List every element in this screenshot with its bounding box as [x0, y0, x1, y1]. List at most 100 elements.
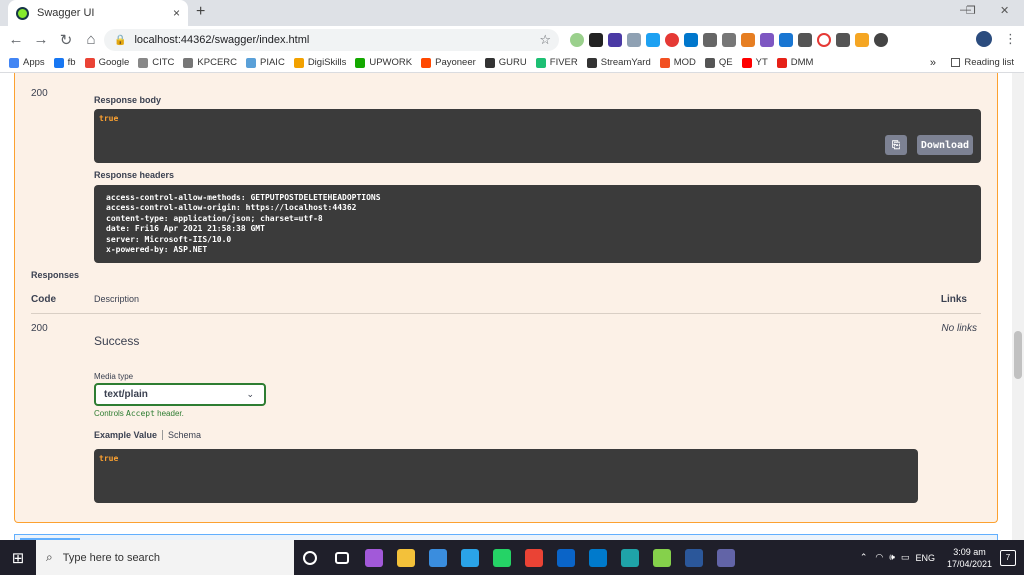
reading-list-button[interactable]: Reading list [951, 57, 1014, 68]
extension-icon[interactable] [684, 33, 698, 47]
back-icon[interactable]: ← [7, 31, 25, 48]
language-indicator[interactable]: ENG [915, 553, 935, 563]
taskbar-vscode[interactable] [582, 540, 614, 575]
example-value-tab[interactable]: Example Value [94, 430, 164, 440]
url-text[interactable]: localhost:44362/swagger/index.html [134, 34, 539, 46]
taskbar-task-view[interactable] [326, 540, 358, 575]
search-icon: ⌕ [46, 550, 53, 564]
taskbar-visual-studio[interactable] [358, 540, 390, 575]
taskbar-app3[interactable] [646, 540, 678, 575]
close-window-button[interactable]: ✕ [1000, 4, 1009, 17]
bookmark-label: StreamYard [600, 57, 651, 68]
bookmark-item[interactable]: YT [741, 57, 768, 68]
bookmark-item[interactable]: MOD [659, 57, 696, 68]
extension-icon[interactable] [760, 33, 774, 47]
network-icon[interactable]: ◠ [875, 552, 883, 563]
bookmark-item[interactable]: QE [704, 57, 733, 68]
mail-icon [557, 548, 575, 567]
taskbar-cortana[interactable] [294, 540, 326, 575]
schema-tab[interactable]: Schema [163, 430, 201, 440]
extension-icon[interactable] [608, 33, 622, 47]
bookmark-label: QE [718, 57, 733, 68]
clock-time: 3:09 am [953, 546, 986, 557]
bookmark-item[interactable]: FIVER [535, 57, 578, 68]
media-type-select[interactable]: text/plain ⌄ [94, 383, 266, 406]
media-type-label: Media type [94, 372, 134, 381]
copy-icon[interactable]: ⎘ [885, 135, 907, 155]
tab-close-icon[interactable]: × [173, 6, 180, 20]
taskbar-edge[interactable] [614, 540, 646, 575]
chevron-down-icon: ⌄ [246, 389, 254, 399]
bookmarks-more-icon[interactable]: » [930, 57, 936, 69]
extension-icon[interactable] [798, 33, 812, 47]
taskbar-teams[interactable] [710, 540, 742, 575]
response-headers-box: access-control-allow-methods: GETPUTPOST… [94, 185, 981, 263]
address-bar[interactable]: 🔒 localhost:44362/swagger/index.html ☆ [104, 29, 559, 51]
scrollbar-thumb[interactable] [1014, 331, 1022, 379]
tray-chevron-icon[interactable]: ⌃ [860, 552, 868, 563]
restore-button[interactable]: ❐ [966, 4, 976, 17]
bookmarks-bar: Apps fb Google CITC KPCERC PIAIC DigiSkills UPW… [0, 53, 1024, 73]
download-button[interactable]: Download [917, 135, 973, 155]
profile-avatar[interactable] [976, 31, 992, 47]
forward-icon[interactable]: → [32, 31, 50, 48]
bookmark-star-icon[interactable]: ☆ [539, 32, 551, 48]
browser-tab[interactable]: Swagger UI × [8, 0, 188, 26]
taskbar-mail[interactable] [550, 540, 582, 575]
bookmark-icon [293, 57, 304, 68]
new-tab-button[interactable]: + [196, 3, 205, 21]
bookmark-item[interactable]: fb [53, 57, 76, 68]
extension-icon[interactable] [646, 33, 660, 47]
bookmark-item[interactable]: PIAIC [246, 57, 285, 68]
extension-icon[interactable] [627, 33, 641, 47]
taskbar-chrome[interactable] [518, 540, 550, 575]
extension-icon[interactable] [779, 33, 793, 47]
home-icon[interactable]: ⌂ [82, 31, 100, 48]
taskbar-file-explorer[interactable] [390, 540, 422, 575]
bookmark-item[interactable]: GURU [484, 57, 527, 68]
bookmark-item[interactable]: KPCERC [183, 57, 237, 68]
windows-start-icon[interactable]: ⊞ [0, 540, 36, 575]
bookmark-item[interactable]: DigiSkills [293, 57, 346, 68]
taskbar-word[interactable] [678, 540, 710, 575]
extension-icon[interactable] [817, 33, 831, 47]
puzzle-icon[interactable] [874, 33, 888, 47]
taskbar-clock[interactable]: 3:09 am 17/04/2021 [947, 546, 992, 570]
bookmark-item[interactable]: UPWORK [355, 57, 412, 68]
extension-icon[interactable] [741, 33, 755, 47]
bookmark-item[interactable]: DMM [776, 57, 813, 68]
taskbar-app[interactable] [422, 540, 454, 575]
extension-icon[interactable] [589, 33, 603, 47]
extension-icon[interactable] [855, 33, 869, 47]
response-body-label: Response body [94, 95, 162, 105]
bookmark-item[interactable]: Google [84, 57, 130, 68]
notifications-icon[interactable]: 7 [1000, 549, 1016, 566]
bookmark-label: FIVER [549, 57, 578, 68]
bookmark-label: Google [98, 57, 130, 68]
windows-taskbar: ⊞ ⌕ Type here to search ⌃ ◠ 🕪 ▭ ENG 3:09… [0, 540, 1024, 575]
scrollbar[interactable] [1012, 73, 1024, 540]
extension-icon[interactable] [722, 33, 736, 47]
bookmark-icon [53, 57, 64, 68]
bookmark-item[interactable]: StreamYard [586, 57, 651, 68]
extension-icon[interactable] [703, 33, 717, 47]
battery-icon[interactable]: ▭ [901, 552, 910, 563]
volume-icon[interactable]: 🕪 [889, 552, 895, 563]
bookmark-item[interactable]: CITC [138, 57, 174, 68]
taskbar-whatsapp[interactable] [486, 540, 518, 575]
teams-icon [717, 548, 735, 567]
bookmark-label: Payoneer [435, 57, 476, 68]
lock-icon[interactable]: 🔒 [114, 35, 126, 46]
taskbar-search[interactable]: ⌕ Type here to search [36, 540, 294, 575]
extension-icon[interactable] [836, 33, 850, 47]
operation-block: 200 Response body true ⎘ Download Respon… [14, 73, 998, 523]
tab-title: Swagger UI [37, 7, 95, 19]
extension-icon[interactable] [665, 33, 679, 47]
bookmark-item[interactable]: Apps [9, 57, 45, 68]
extension-icon[interactable] [570, 33, 584, 47]
whatsapp-icon [493, 548, 511, 567]
bookmark-item[interactable]: Payoneer [421, 57, 476, 68]
taskbar-app2[interactable] [454, 540, 486, 575]
menu-icon[interactable]: ⋮ [1004, 31, 1017, 47]
reload-icon[interactable]: ↻ [57, 31, 75, 49]
